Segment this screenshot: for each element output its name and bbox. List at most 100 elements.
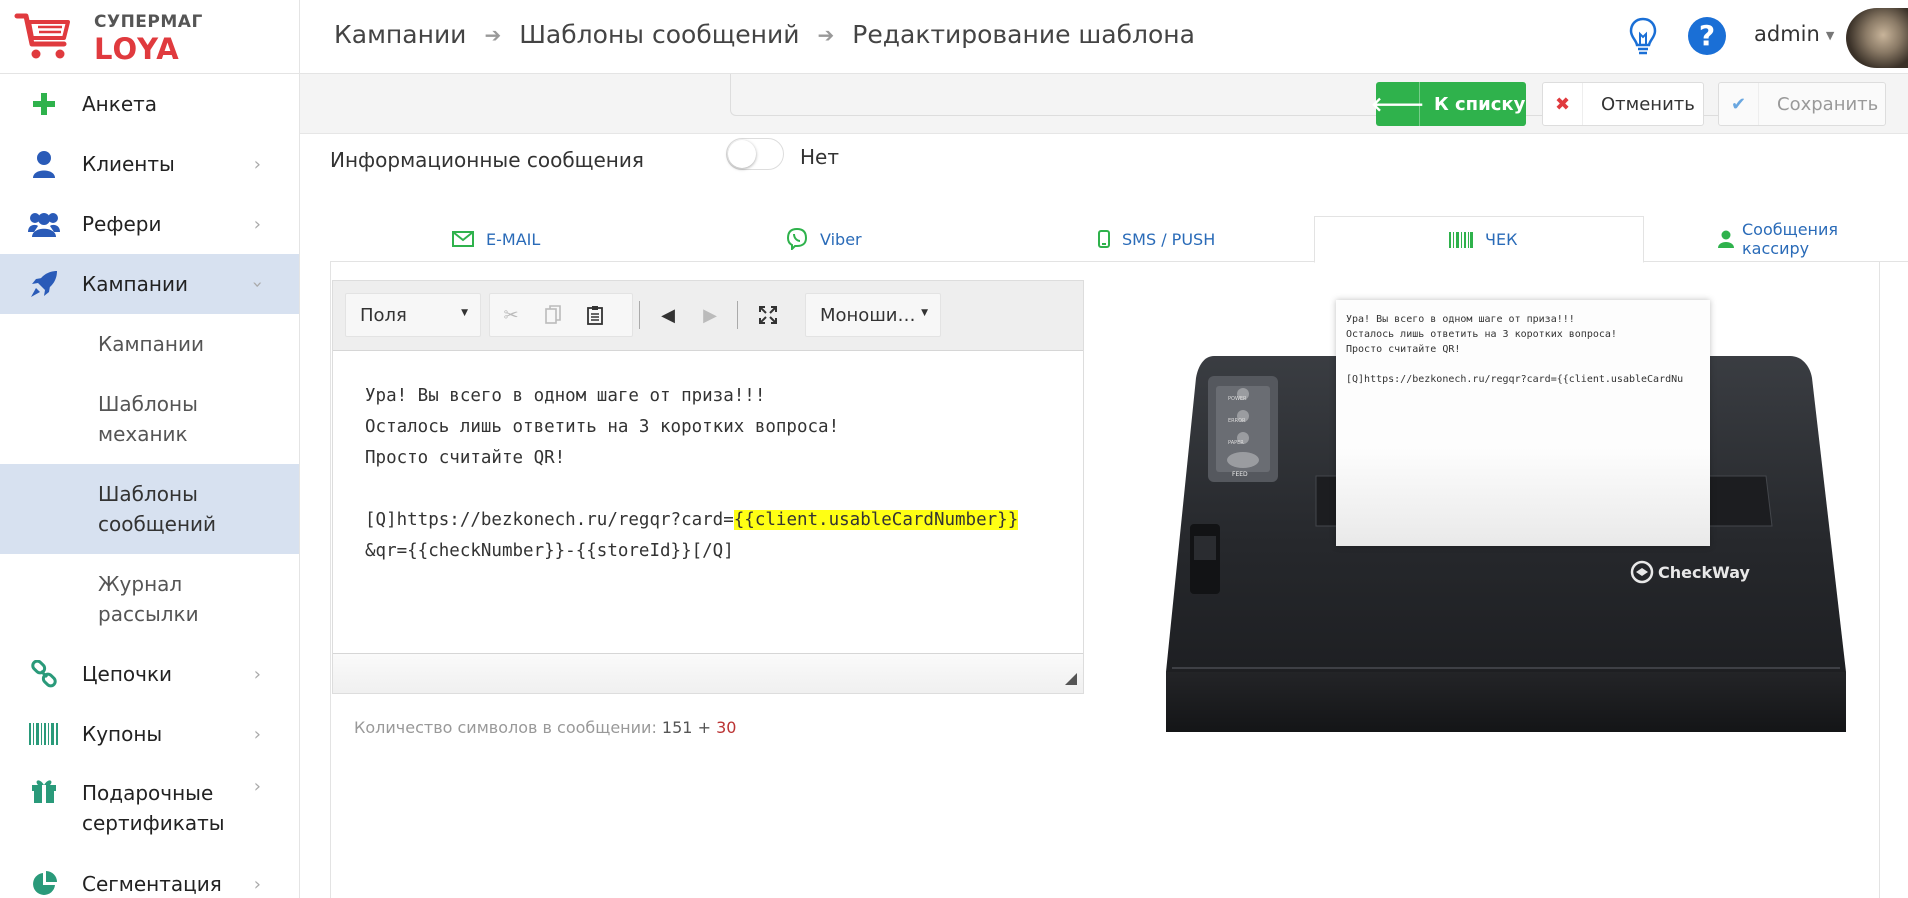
sidebar-item-campaigns[interactable]: Кампании › [0,254,299,314]
info-messages-label: Информационные сообщения [330,148,644,172]
cancel-button-label: Отменить [1601,93,1695,115]
logo-top-text: СУПЕРМАГ [94,12,203,32]
sidebar-subitem-label: Шаблоны механик [98,392,198,446]
caret-down-icon: ▼ [461,308,468,318]
fields-dropdown[interactable]: Поля ▼ [345,293,481,337]
logo[interactable]: СУПЕРМАГ LOYA [0,0,300,74]
paste-icon[interactable] [574,293,616,337]
back-button-label: К списку [1434,93,1526,115]
message-editor: Поля ▼ ✂ ◀ ▶ Моноши… ▼ Ура! Вы всего в о… [332,280,1084,694]
sidebar-subitem-mailing-log[interactable]: Журнал рассылки [0,554,299,644]
check-icon: ✔ [1719,83,1759,125]
printer-button-label: ERROR [1228,418,1246,424]
sidebar-subitem-label: Журнал рассылки [98,572,199,626]
font-dropdown[interactable]: Моноши… ▼ [805,293,941,337]
sidebar-item-referrers[interactable]: Рефери › [0,194,299,254]
cancel-button[interactable]: ✖ Отменить [1542,82,1704,126]
arrow-right-icon: ➔ [817,22,835,47]
receipt-line: [Q]https://bezkonech.ru/regqr?card={{cli… [1346,374,1684,385]
breadcrumb-current: Редактирование шаблона [852,20,1195,49]
envelope-icon [452,231,474,247]
ltr-icon[interactable]: ◀ [647,293,689,337]
editor-toolbar: Поля ▼ ✂ ◀ ▶ Моноши… ▼ [333,281,1083,351]
sidebar: Анкета Клиенты › Рефери › Кампании › Кам… [0,74,300,898]
toggle-knob [728,140,756,168]
editor-line: [Q]https://bezkonech.ru/regqr?card={{cli… [365,505,1019,536]
maximize-group [747,293,791,337]
sidebar-item-segmentation[interactable]: Сегментация › [0,854,299,898]
sidebar-subitem-message-templates[interactable]: Шаблоны сообщений [0,464,299,554]
mobile-icon [1098,230,1110,248]
chevron-right-icon: › [253,663,261,685]
breadcrumb-campaigns[interactable]: Кампании [334,20,466,49]
tab-viber[interactable]: Viber [786,216,862,262]
chevron-right-icon: › [253,723,261,745]
user-icon [1718,230,1734,248]
sidebar-item-label: Кампании [82,272,188,296]
chain-icon [28,658,60,690]
printer-brand: CheckWay [1658,563,1750,582]
sidebar-subitem-label: Шаблоны сообщений [98,482,217,536]
arrow-left-icon: 🡐 [1371,82,1424,126]
action-bar-frame [730,74,1880,116]
cut-icon[interactable]: ✂ [490,293,532,337]
logo-bottom-text: LOYA [94,32,180,66]
breadcrumb-message-templates[interactable]: Шаблоны сообщений [519,20,799,49]
editor-line: Просто считайте QR! [365,448,566,468]
editor-line: &qr={{checkNumber}}-{{storeId}}[/Q] [365,541,734,561]
app: СУПЕРМАГ LOYA Кампании ➔ Шаблоны сообщен… [0,0,1908,898]
editor-content[interactable]: Ура! Вы всего в одном шаге от приза!!! Ос… [365,381,1019,567]
lightbulb-icon[interactable] [1628,16,1658,56]
printer-button-label: FEED [1232,471,1248,478]
counter-extra: 30 [716,718,737,737]
editor-url-text: [Q]https://bezkonech.ru/regqr?card= [365,510,734,530]
rtl-icon[interactable]: ▶ [689,293,731,337]
toolbar-separator [639,301,640,329]
sidebar-item-chains[interactable]: Цепочки › [0,644,299,704]
pie-icon [28,868,60,898]
sidebar-item-label: Рефери [82,212,162,236]
caret-down-icon: ▼ [1825,28,1835,42]
save-button[interactable]: ✔ Сохранить [1718,82,1886,126]
sidebar-item-label: Цепочки [82,662,173,686]
plus-icon [28,88,60,120]
sidebar-item-survey[interactable]: Анкета [0,74,299,134]
resize-handle-icon[interactable] [1065,673,1077,685]
sidebar-item-coupons[interactable]: Купоны › [0,704,299,764]
sidebar-item-gift-certificates[interactable]: Подарочные сертификаты › [0,764,299,854]
font-dropdown-label: Моноши… [820,304,916,326]
maximize-icon[interactable] [747,293,789,337]
chevron-right-icon: › [253,776,261,797]
back-to-list-button[interactable]: 🡐 К списку [1371,82,1526,126]
copy-icon[interactable] [532,293,574,337]
save-button-label: Сохранить [1777,93,1879,115]
toolbar-separator [737,301,738,329]
chevron-down-icon: › [246,280,268,288]
barcode-icon [1449,231,1473,248]
help-icon[interactable]: ? [1688,17,1726,55]
fields-dropdown-label: Поля [360,304,407,326]
chevron-right-icon: › [253,213,261,235]
character-counter: Количество символов в сообщении: 151 + 3… [354,718,736,737]
channel-tabs: E-MAIL Viber SMS / PUSH ЧЕК Сообщения ка… [330,216,1908,263]
chevron-right-icon: › [253,873,261,895]
avatar[interactable] [1846,8,1908,68]
sidebar-subitem-campaigns[interactable]: Кампании [0,314,299,374]
user-menu[interactable]: admin ▼ [1754,22,1834,46]
sidebar-subitem-mechanic-templates[interactable]: Шаблоны механик [0,374,299,464]
sidebar-item-clients[interactable]: Клиенты › [0,134,299,194]
tab-cashier-messages[interactable]: Сообщения кассиру [1718,216,1908,262]
tab-sms-push[interactable]: SMS / PUSH [1098,216,1215,262]
receipt-line [1346,357,1700,372]
editor-line: Осталось лишь ответить на 3 коротких воп… [365,417,840,437]
receipt-line: Просто считайте QR! [1346,344,1461,355]
sidebar-item-label: Сегментация [82,872,222,896]
clipboard-group: ✂ [489,293,633,337]
sidebar-subitem-label: Кампании [98,332,204,356]
caret-down-icon: ▼ [921,308,928,318]
sidebar-item-label: Анкета [82,92,158,116]
tab-email[interactable]: E-MAIL [452,216,540,262]
info-messages-toggle[interactable] [726,138,784,170]
printer-button-label: PAPER [1228,440,1244,446]
tab-receipt[interactable]: ЧЕК [1314,216,1644,263]
